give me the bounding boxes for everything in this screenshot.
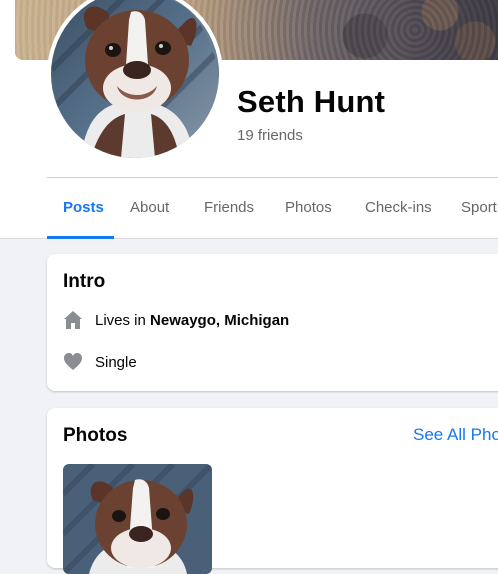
tab-check-ins[interactable]: Check-ins [365,178,432,238]
profile-tabs: Posts About Friends Photos Check-ins Spo… [47,178,498,239]
tab-posts[interactable]: Posts [63,178,104,238]
see-all-photos-link[interactable]: See All Pho [413,425,498,445]
photos-card: Photos See All Pho [47,408,498,574]
intro-title: Intro [63,271,106,292]
photo-thumbnail[interactable] [63,464,212,574]
lives-in-prefix: Lives in [95,311,151,329]
tab-friends[interactable]: Friends [204,178,254,238]
home-icon [63,310,83,330]
tab-photos[interactable]: Photos [285,178,332,238]
lives-in-row: Lives in Newaygo, Michigan [63,308,289,332]
intro-card: Intro Lives in Newaygo, Michigan Single [47,254,498,391]
profile-name: Seth Hunt [237,84,386,119]
tab-about[interactable]: About [130,178,169,238]
heart-icon [63,352,83,372]
relationship-row: Single [63,350,137,374]
friends-count[interactable]: 19 friends [237,127,303,144]
lives-in-place[interactable]: Newaygo, Michigan [150,312,289,329]
active-tab-indicator [47,236,114,239]
dog-photo-thumb [63,464,212,574]
avatar-image [51,0,219,158]
dog-photo [51,0,219,158]
photos-title[interactable]: Photos [63,425,127,447]
tab-sport[interactable]: Sport [461,178,497,238]
profile-header: Seth Hunt 19 friends Posts About Friends… [0,0,498,239]
profile-avatar[interactable] [47,0,223,162]
relationship-status: Single [95,353,137,371]
